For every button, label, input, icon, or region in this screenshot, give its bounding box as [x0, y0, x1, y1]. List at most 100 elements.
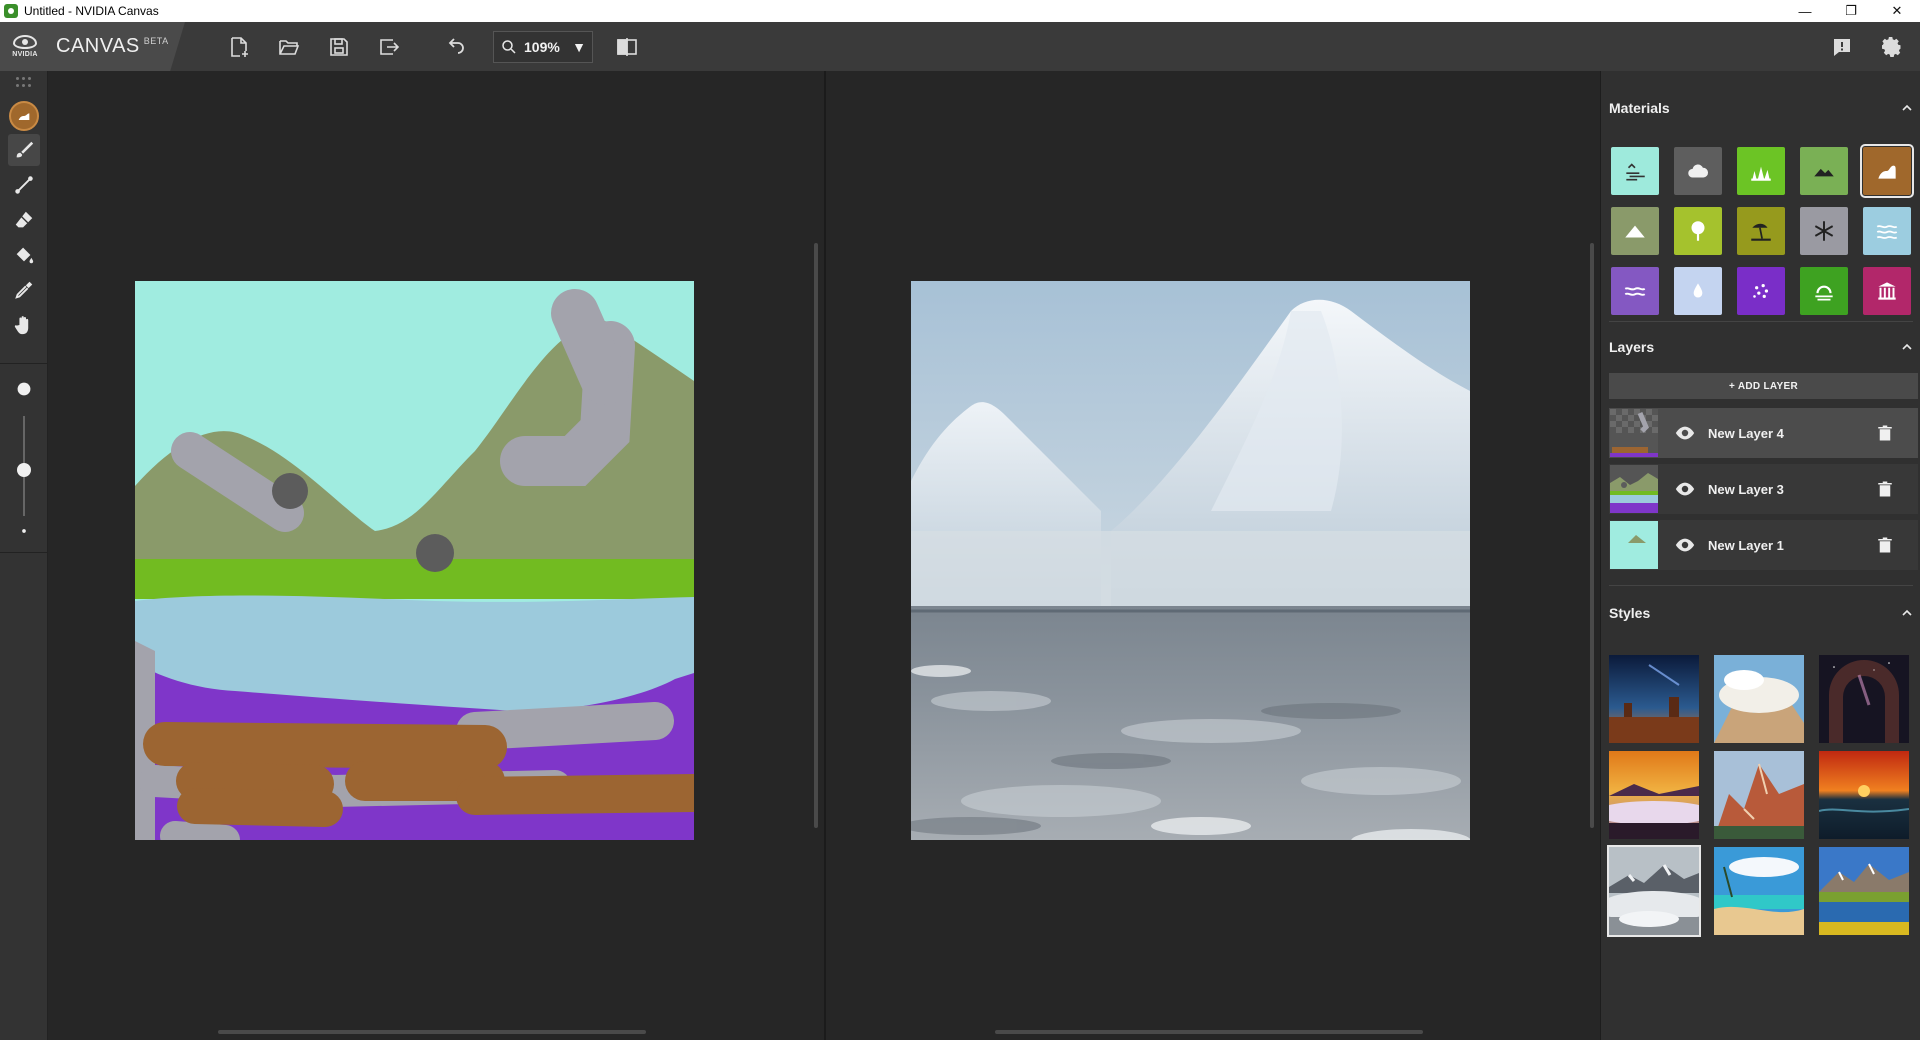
- add-layer-button[interactable]: + ADD LAYER: [1609, 373, 1918, 399]
- fog-icon: [1815, 285, 1833, 301]
- style-thumbnail-alpine-lake[interactable]: [1819, 847, 1909, 935]
- new-file-button[interactable]: [221, 29, 257, 65]
- eraser-tool[interactable]: [8, 204, 40, 236]
- beta-badge: BETA: [143, 36, 169, 47]
- paint-vertical-scrollbar[interactable]: [814, 243, 818, 828]
- layer-thumbnail: [1610, 465, 1658, 513]
- trash-icon[interactable]: [1876, 480, 1894, 498]
- open-button[interactable]: [271, 29, 307, 65]
- chevron-up-icon[interactable]: [1901, 102, 1913, 114]
- water-drop-icon: [1693, 283, 1703, 298]
- paint-bucket-icon: [16, 247, 34, 264]
- undo-icon: [448, 37, 464, 54]
- hand-icon: [14, 316, 29, 335]
- folder-open-icon: [279, 39, 300, 55]
- layers-header[interactable]: Layers: [1609, 335, 1913, 359]
- styles-header[interactable]: Styles: [1609, 601, 1913, 625]
- zoom-select[interactable]: 109% ▼: [493, 30, 593, 63]
- style-thumbnail-ocean-sunset[interactable]: [1819, 751, 1909, 839]
- materials-header[interactable]: Materials: [1609, 96, 1913, 120]
- material-snow[interactable]: [1800, 207, 1848, 255]
- chevron-up-icon[interactable]: [1901, 341, 1913, 353]
- trash-icon[interactable]: [1876, 424, 1894, 442]
- grass-icon: [1751, 166, 1771, 181]
- brand: NVIDIA CANVAS BETA: [0, 22, 185, 71]
- material-beach[interactable]: [1737, 207, 1785, 255]
- material-grass[interactable]: [1737, 147, 1785, 195]
- small-dot-icon: [22, 529, 26, 533]
- layer-row[interactable]: New Layer 1: [1609, 520, 1918, 570]
- layer-thumbnail: [1610, 521, 1658, 569]
- pan-tool[interactable]: [8, 309, 40, 341]
- layer-thumbnail: [1610, 409, 1658, 457]
- app-icon: [4, 4, 18, 18]
- brush-size-large[interactable]: [8, 373, 40, 405]
- material-sky[interactable]: [1611, 147, 1659, 195]
- material-tree[interactable]: [1674, 207, 1722, 255]
- material-water[interactable]: [1674, 267, 1722, 315]
- visibility-eye-icon[interactable]: [1674, 422, 1696, 444]
- style-thumbnail-sunset-fog[interactable]: [1609, 751, 1699, 839]
- close-button[interactable]: ✕: [1874, 0, 1920, 22]
- styles-grid: [1607, 655, 1909, 937]
- trash-icon[interactable]: [1876, 536, 1894, 554]
- material-cloud[interactable]: [1674, 147, 1722, 195]
- drag-handle-icon[interactable]: [16, 77, 32, 89]
- material-flowers[interactable]: [1737, 267, 1785, 315]
- layers-title: Layers: [1609, 339, 1655, 355]
- generated-landscape: [911, 281, 1470, 840]
- material-dirt[interactable]: [1860, 144, 1914, 198]
- style-thumbnail-red-peaks[interactable]: [1714, 751, 1804, 839]
- style-thumbnail-stone-arch[interactable]: [1819, 655, 1909, 743]
- split-view-icon: [617, 37, 637, 56]
- material-building[interactable]: [1863, 267, 1911, 315]
- output-horizontal-scrollbar[interactable]: [995, 1030, 1423, 1034]
- style-thumbnail-cloudy-peak[interactable]: [1714, 655, 1804, 743]
- material-fog[interactable]: [1800, 267, 1848, 315]
- export-button[interactable]: [371, 29, 407, 65]
- minimize-button[interactable]: —: [1782, 0, 1828, 22]
- hill-icon: [1625, 225, 1645, 238]
- maximize-button[interactable]: ❐: [1828, 0, 1874, 22]
- layer-row[interactable]: New Layer 3: [1609, 464, 1918, 514]
- layer-row[interactable]: New Layer 4: [1609, 408, 1918, 458]
- brush-tool[interactable]: [8, 134, 40, 166]
- chevron-down-icon: ▼: [572, 38, 586, 55]
- output-vertical-scrollbar[interactable]: [1590, 243, 1594, 828]
- visibility-eye-icon[interactable]: [1674, 534, 1696, 556]
- feedback-button[interactable]: [1824, 29, 1860, 65]
- compare-view-button[interactable]: [609, 29, 645, 65]
- style-thumbnail-misty-mountains[interactable]: [1607, 845, 1701, 937]
- current-material-button[interactable]: [9, 101, 39, 131]
- save-button[interactable]: [321, 29, 357, 65]
- visibility-eye-icon[interactable]: [1674, 478, 1696, 500]
- settings-button[interactable]: [1874, 29, 1910, 65]
- undo-button[interactable]: [437, 29, 473, 65]
- title-bar: Untitled - NVIDIA Canvas — ❐ ✕: [0, 0, 1920, 22]
- sea-icon: [1624, 287, 1646, 296]
- material-sea[interactable]: [1611, 267, 1659, 315]
- feedback-icon: [1834, 38, 1850, 56]
- main-toolbar: NVIDIA CANVAS BETA 109% ▼: [0, 22, 1920, 71]
- tree-icon: [1691, 221, 1705, 241]
- fill-tool[interactable]: [8, 239, 40, 271]
- eyedropper-tool[interactable]: [8, 274, 40, 306]
- brush-icon: [16, 141, 34, 158]
- style-thumbnail-tropical-beach[interactable]: [1714, 847, 1804, 935]
- mountain-icon: [1814, 168, 1834, 177]
- brush-size-small[interactable]: [8, 515, 40, 547]
- segmentation-canvas[interactable]: [135, 281, 694, 840]
- material-river[interactable]: [1863, 207, 1911, 255]
- styles-title: Styles: [1609, 605, 1651, 621]
- paint-horizontal-scrollbar[interactable]: [218, 1030, 646, 1034]
- segmentation-drawing: [135, 281, 694, 840]
- large-dot-icon: [17, 382, 31, 396]
- style-thumbnail-desert-night[interactable]: [1609, 655, 1699, 743]
- gear-icon: [1882, 36, 1901, 57]
- chevron-up-icon[interactable]: [1901, 607, 1913, 619]
- line-tool[interactable]: [8, 169, 40, 201]
- material-mountain[interactable]: [1800, 147, 1848, 195]
- sky-icon: [1626, 163, 1645, 181]
- material-hill[interactable]: [1611, 207, 1659, 255]
- brush-size-knob[interactable]: [17, 463, 31, 477]
